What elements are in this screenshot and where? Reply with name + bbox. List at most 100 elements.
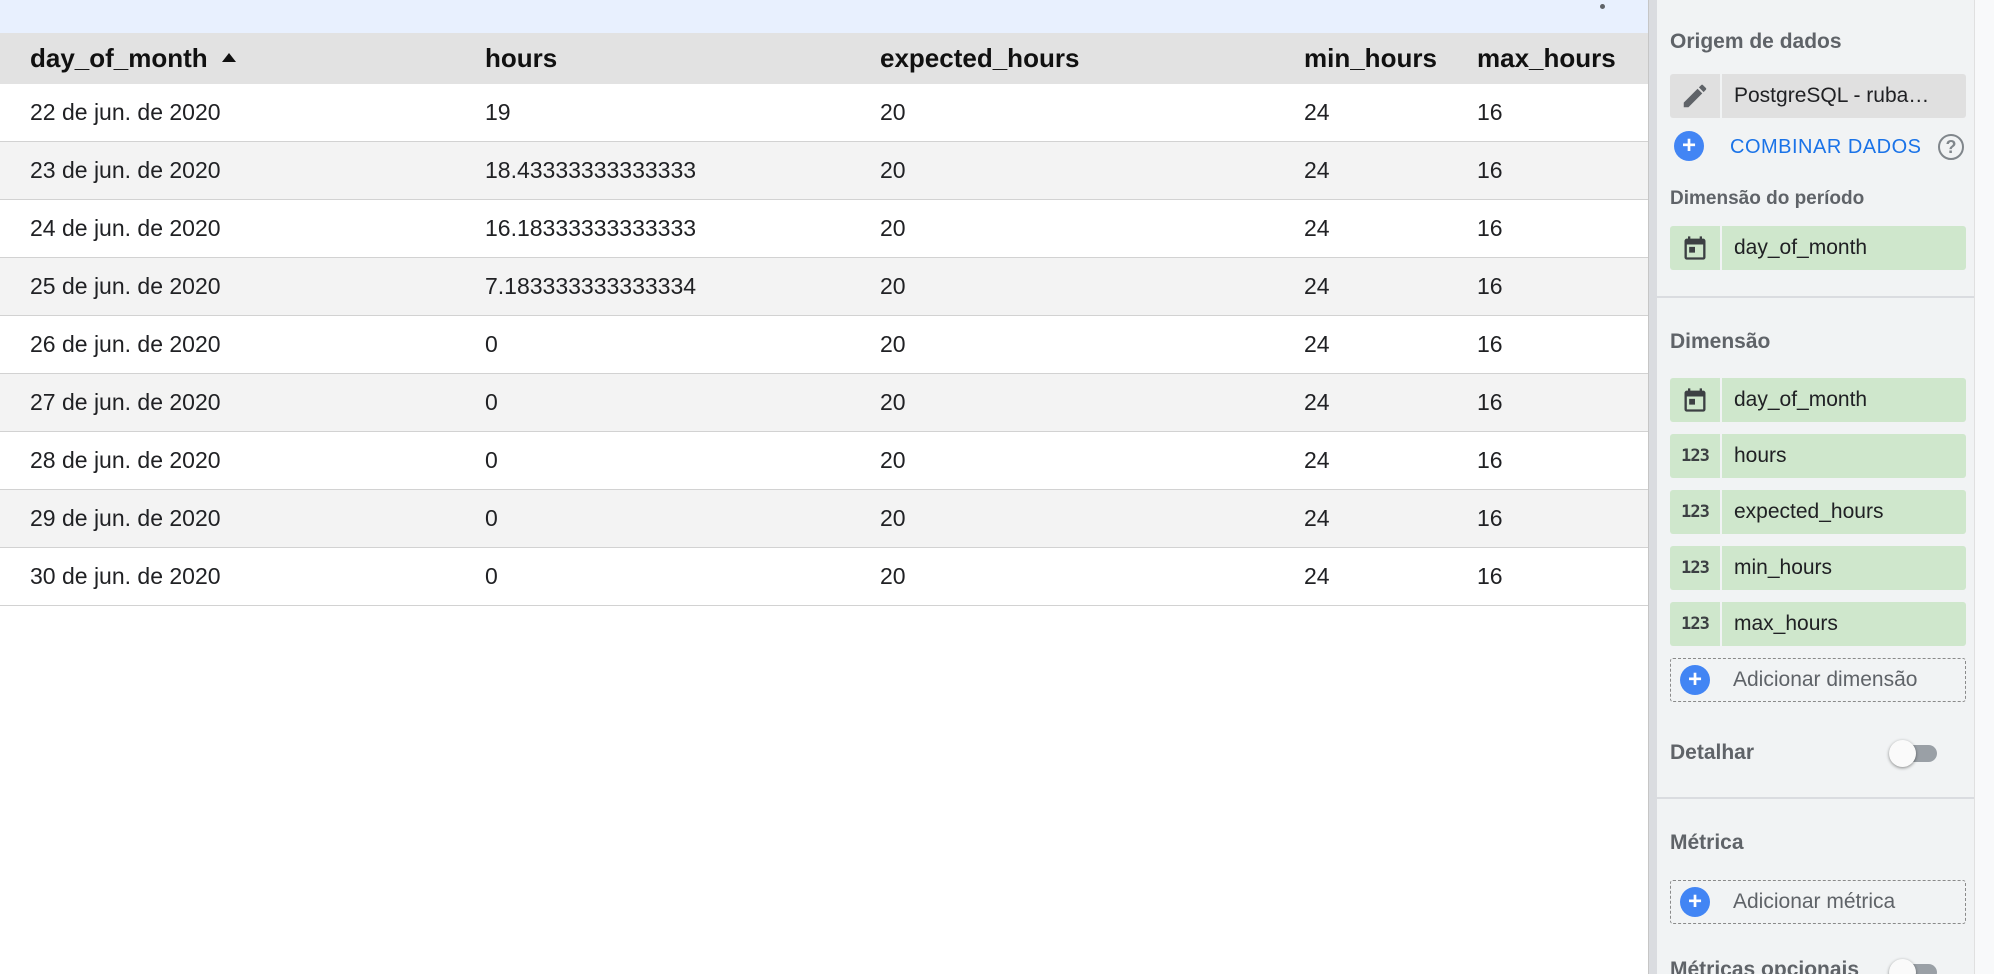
table-cell: 0 — [485, 505, 498, 531]
table-cell: 24 — [1304, 389, 1330, 415]
dimension-chip-day-of-month[interactable]: day_of_month — [1670, 378, 1966, 422]
table-cell: 0 — [485, 563, 498, 589]
table-cell: 20 — [880, 505, 906, 531]
chart-selection-strip — [0, 0, 1648, 33]
table-cell: 16 — [1477, 215, 1503, 241]
report-editor: day_of_month hours expected_hours min_ho… — [0, 0, 1994, 974]
table-cell: 23 de jun. de 2020 — [30, 157, 221, 183]
table-cell: 16 — [1477, 563, 1503, 589]
calendar-icon — [1670, 226, 1720, 270]
date-dimension-label: day_of_month — [1722, 226, 1966, 270]
data-source-title: Origem de dados — [1670, 30, 1842, 53]
data-source-name: PostgreSQL - ruba… — [1722, 74, 1966, 118]
table-cell: 20 — [880, 563, 906, 589]
metric-title: Métrica — [1670, 831, 1744, 854]
table-cell: 20 — [880, 273, 906, 299]
data-source-chip[interactable]: PostgreSQL - ruba… — [1670, 74, 1966, 118]
dimension-chip-label: expected_hours — [1722, 490, 1966, 534]
secondary-panel-edge — [1974, 0, 1994, 974]
table-cell: 24 — [1304, 505, 1330, 531]
table-cell: 24 — [1304, 215, 1330, 241]
dimension-chip-label: max_hours — [1722, 602, 1966, 646]
optional-metrics-label: Métricas opcionais — [1670, 958, 1860, 974]
table-cell: 24 — [1304, 273, 1330, 299]
table-row: 27 de jun. de 2020 0 20 24 16 — [0, 374, 1648, 432]
table-row: 30 de jun. de 2020 0 20 24 16 — [0, 548, 1648, 606]
optional-metrics-toggle[interactable] — [1889, 959, 1939, 974]
table-cell: 0 — [485, 447, 498, 473]
plus-circle-icon: + — [1680, 665, 1710, 695]
dimension-chip-expected-hours[interactable]: 123 expected_hours — [1670, 490, 1966, 534]
table-row: 22 de jun. de 2020 19 20 24 16 — [0, 84, 1648, 142]
table-cell: 16 — [1477, 157, 1503, 183]
column-header-hours[interactable]: hours — [485, 33, 557, 84]
table-row: 26 de jun. de 2020 0 20 24 16 — [0, 316, 1648, 374]
dimension-title: Dimensão — [1670, 330, 1771, 353]
table-cell: 20 — [880, 99, 906, 125]
drilldown-toggle[interactable] — [1889, 740, 1939, 767]
table-cell: 25 de jun. de 2020 — [30, 273, 221, 299]
help-icon[interactable]: ? — [1938, 134, 1964, 160]
date-dimension-chip[interactable]: day_of_month — [1670, 226, 1966, 270]
table-cell: 30 de jun. de 2020 — [30, 563, 221, 589]
table-cell: 19 — [485, 99, 511, 125]
table-cell: 16 — [1477, 99, 1503, 125]
table-chart[interactable]: day_of_month hours expected_hours min_ho… — [0, 0, 1648, 974]
table-cell: 24 — [1304, 331, 1330, 357]
table-cell: 20 — [880, 157, 906, 183]
table-cell: 0 — [485, 331, 498, 357]
number-icon: 123 — [1670, 602, 1720, 646]
table-cell: 28 de jun. de 2020 — [30, 447, 221, 473]
table-cell: 16.18333333333333 — [485, 215, 697, 241]
table-row: 25 de jun. de 2020 7.183333333333334 20 … — [0, 258, 1648, 316]
table-row: 28 de jun. de 2020 0 20 24 16 — [0, 432, 1648, 490]
column-header-min-hours[interactable]: min_hours — [1304, 33, 1437, 84]
dimension-chip-hours[interactable]: 123 hours — [1670, 434, 1966, 478]
properties-panel: Origem de dados PostgreSQL - ruba… + COM… — [1657, 0, 1974, 974]
dimension-chip-label: day_of_month — [1722, 378, 1966, 422]
number-icon: 123 — [1670, 434, 1720, 478]
plus-circle-icon: + — [1680, 887, 1710, 917]
table-cell: 27 de jun. de 2020 — [30, 389, 221, 415]
table-row: 29 de jun. de 2020 0 20 24 16 — [0, 490, 1648, 548]
add-metric-button[interactable]: + Adicionar métrica — [1670, 880, 1966, 924]
table-cell: 29 de jun. de 2020 — [30, 505, 221, 531]
dimension-chip-max-hours[interactable]: 123 max_hours — [1670, 602, 1966, 646]
table-row: 24 de jun. de 2020 16.18333333333333 20 … — [0, 200, 1648, 258]
date-dimension-title: Dimensão do período — [1670, 188, 1865, 209]
table-cell: 24 — [1304, 157, 1330, 183]
table-cell: 24 de jun. de 2020 — [30, 215, 221, 241]
panel-divider[interactable] — [1648, 0, 1657, 974]
table-cell: 16 — [1477, 505, 1503, 531]
table-cell: 7.183333333333334 — [485, 273, 697, 299]
table-cell: 18.43333333333333 — [485, 157, 697, 183]
add-dimension-button[interactable]: + Adicionar dimensão — [1670, 658, 1966, 702]
section-divider — [1657, 797, 1974, 799]
table-body: 22 de jun. de 2020 19 20 24 16 23 de jun… — [0, 84, 1648, 606]
dimension-chip-label: hours — [1722, 434, 1966, 478]
column-header-day-of-month[interactable]: day_of_month — [30, 33, 236, 84]
calendar-icon — [1670, 378, 1720, 422]
sort-ascending-icon[interactable] — [221, 52, 236, 62]
column-header-expected-hours[interactable]: expected_hours — [880, 33, 1079, 84]
add-dimension-label: Adicionar dimensão — [1733, 668, 1918, 691]
pencil-icon[interactable] — [1670, 74, 1720, 118]
table-row: 23 de jun. de 2020 18.43333333333333 20 … — [0, 142, 1648, 200]
drilldown-label: Detalhar — [1670, 741, 1755, 764]
number-icon: 123 — [1670, 490, 1720, 534]
column-header-max-hours[interactable]: max_hours — [1477, 33, 1616, 84]
dimension-chip-min-hours[interactable]: 123 min_hours — [1670, 546, 1966, 590]
table-cell: 24 — [1304, 563, 1330, 589]
blend-data-button[interactable]: + COMBINAR DADOS ? — [1674, 131, 1964, 163]
section-divider — [1657, 296, 1974, 298]
more-options-icon[interactable] — [1594, 0, 1610, 18]
table-header: day_of_month hours expected_hours min_ho… — [0, 33, 1648, 84]
table-cell: 16 — [1477, 331, 1503, 357]
table-cell: 20 — [880, 447, 906, 473]
table-cell: 20 — [880, 215, 906, 241]
table-cell: 26 de jun. de 2020 — [30, 331, 221, 357]
table-cell: 16 — [1477, 447, 1503, 473]
table-cell: 16 — [1477, 389, 1503, 415]
dimension-chip-label: min_hours — [1722, 546, 1966, 590]
number-icon: 123 — [1670, 546, 1720, 590]
